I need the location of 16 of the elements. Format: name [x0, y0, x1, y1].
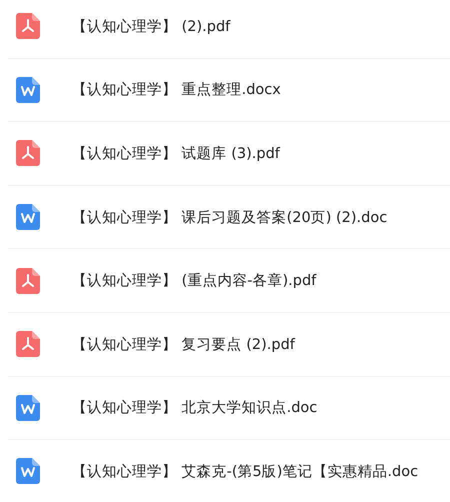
word-icon [16, 76, 40, 103]
file-name[interactable]: 【认知心理学】 试题库 (3).pdf [72, 144, 280, 163]
file-name[interactable]: 【认知心理学】 复习要点 (2).pdf [72, 334, 295, 354]
file-name[interactable]: 【认知心理学】 课后习题及答案(20页) (2).doc [72, 208, 388, 227]
pdf-icon [16, 13, 40, 40]
file-name[interactable]: 【认知心理学】 重点整理.docx [72, 80, 281, 100]
file-name[interactable]: 【认知心理学】 (2).pdf [72, 16, 230, 36]
pdf-icon [16, 331, 40, 358]
pdf-icon [16, 140, 40, 166]
word-icon [16, 458, 40, 484]
word-icon [16, 394, 40, 421]
word-icon [16, 204, 40, 230]
file-name[interactable]: 【认知心理学】 艾森克-(第5版)笔记【实惠精品.doc [72, 462, 418, 481]
pdf-icon [16, 268, 40, 294]
file-name[interactable]: 【认知心理学】 (重点内容-各章).pdf [72, 271, 316, 290]
file-name[interactable]: 【认知心理学】 北京大学知识点.doc [72, 398, 318, 418]
